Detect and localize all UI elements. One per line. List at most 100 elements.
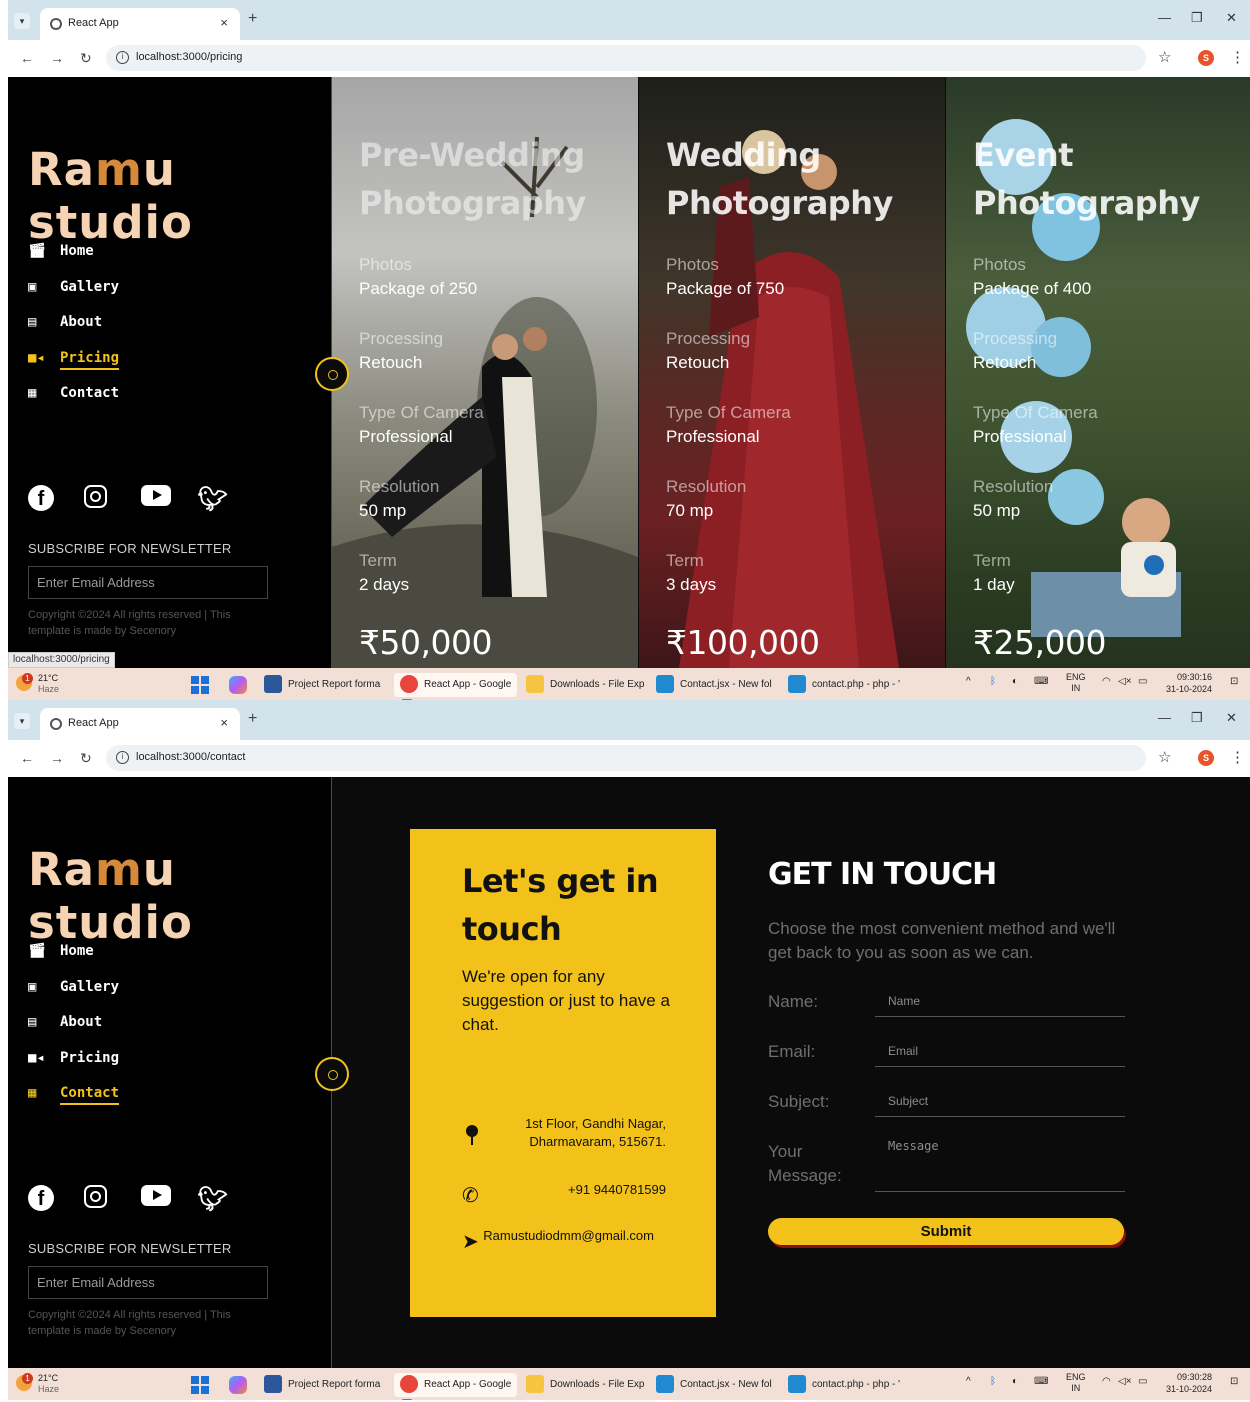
language-indicator[interactable]: ENG IN [1066,1372,1086,1394]
forward-icon[interactable]: → [50,50,64,66]
back-icon[interactable]: ← [20,750,34,766]
nav-item-home[interactable]: 🎬︎ Home [28,243,119,279]
site-info-icon[interactable]: i [116,751,129,764]
restore-icon[interactable]: ❐ [1191,10,1203,26]
volume-muted-icon[interactable]: ◁× [1118,676,1132,687]
notifications-icon[interactable]: ⊡ [1230,1376,1238,1387]
studio-logo[interactable]: Ramu studio [28,143,332,249]
close-tab-icon[interactable]: × [220,715,228,730]
tab-search-icon[interactable]: ▾ [14,13,30,29]
system-clock[interactable]: 09:30:28 31-10-2024 [1166,1371,1212,1395]
site-info-icon[interactable]: i [116,51,129,64]
profile-avatar[interactable]: S [1198,50,1214,66]
new-tab-icon[interactable]: + [248,10,257,28]
windows-start-icon[interactable] [191,676,209,694]
tray-chevron-icon[interactable]: ^ [966,1376,971,1387]
email-input[interactable]: Email [875,1037,1125,1067]
wifi-icon[interactable]: ◠ [1102,676,1111,687]
phone-text[interactable]: +91 9440781599 [568,1181,666,1199]
tab-search-icon[interactable]: ▾ [14,713,30,729]
taskbar-app-explorer[interactable]: Downloads - File Exp [526,673,644,697]
reload-icon[interactable]: ↻ [80,750,92,767]
twitter-link[interactable]: 🐦︎ [197,485,249,513]
facebook-link[interactable]: f [28,485,80,513]
pricing-card-wedding[interactable]: Wedding Photography Photos Package of 750 … [639,77,945,668]
instagram-link[interactable] [84,485,136,513]
weather-widget[interactable]: 1 21°C Haze [16,1373,76,1395]
keyboard-icon[interactable]: ⌨ [1034,676,1048,687]
nav-item-about[interactable]: ▤ About [28,1014,119,1050]
nav-item-contact[interactable]: ▦ Contact [28,1085,120,1121]
notifications-icon[interactable]: ⊡ [1230,676,1238,687]
taskbar-app-chrome[interactable]: React App - Google [394,1373,518,1400]
battery-icon[interactable]: ▭ [1138,676,1147,687]
sidebar-toggle-button[interactable] [315,357,349,391]
menu-kebab-icon[interactable]: ⋮ [1230,48,1245,66]
studio-logo[interactable]: Ramu studio [28,843,332,949]
close-tab-icon[interactable]: × [220,15,228,30]
bookmark-star-icon[interactable]: ☆ [1158,48,1171,66]
browser-tab[interactable]: React App × [40,8,240,40]
url-field[interactable]: i localhost:3000/contact [106,745,1146,771]
message-textarea[interactable]: Message [875,1136,1125,1192]
windows-start-icon[interactable] [191,1376,209,1394]
volume-muted-icon[interactable]: ◁× [1118,1376,1132,1387]
forward-icon[interactable]: → [50,750,64,766]
tray-chevron-icon[interactable]: ^ [966,676,971,687]
taskbar-app-vscode-1[interactable]: Contact.jsx - New fol [656,673,772,697]
taskbar-app-word[interactable]: Project Report forma [264,673,380,697]
taskbar-app-chrome[interactable]: React App - Google [394,673,518,700]
nav-item-gallery[interactable]: ▣ Gallery [28,979,119,1015]
new-tab-icon[interactable]: + [248,710,257,728]
name-input[interactable]: Name [875,987,1125,1017]
battery-icon[interactable]: ▭ [1138,1376,1147,1387]
taskbar-app-vscode-2[interactable]: contact.php - php - ' [788,673,900,697]
facebook-link[interactable]: f [28,1185,80,1213]
nav-item-contact[interactable]: ▦ Contact [28,385,119,421]
taskbar-app-vscode-1[interactable]: Contact.jsx - New fol [656,1373,772,1397]
subject-input[interactable]: Subject [875,1087,1125,1117]
profile-avatar[interactable]: S [1198,750,1214,766]
bluetooth-icon[interactable]: ᛒ [990,1376,996,1387]
nav-item-gallery[interactable]: ▣ Gallery [28,279,119,315]
nav-item-pricing[interactable]: ■◂ Pricing [28,349,120,386]
pricing-card-pre-wedding[interactable]: Pre-Wedding Photography Photos Package of … [332,77,638,668]
chrome-tray-icon[interactable]: ◐ [1012,1376,1018,1387]
youtube-link[interactable] [140,485,193,513]
close-window-icon[interactable]: ✕ [1226,10,1237,26]
minimize-icon[interactable]: — [1158,710,1171,725]
submit-button[interactable]: Submit [768,1218,1124,1245]
taskbar-app-vscode-2[interactable]: contact.php - php - ' [788,1373,900,1397]
restore-icon[interactable]: ❐ [1191,710,1203,726]
pricing-card-event[interactable]: Event Photography Photos Package of 400 Pr… [946,77,1250,668]
system-clock[interactable]: 09:30:16 31-10-2024 [1166,671,1212,695]
youtube-link[interactable] [140,1185,193,1213]
bookmark-star-icon[interactable]: ☆ [1158,748,1171,766]
url-field[interactable]: i localhost:3000/pricing [106,45,1146,71]
language-indicator[interactable]: ENG IN [1066,672,1086,694]
taskbar-app-explorer[interactable]: Downloads - File Exp [526,1373,644,1397]
newsletter-email-input[interactable]: Enter Email Address [28,1266,268,1299]
bluetooth-icon[interactable]: ᛒ [990,676,996,687]
newsletter-email-input[interactable]: Enter Email Address [28,566,268,599]
back-icon[interactable]: ← [20,50,34,66]
nav-item-pricing[interactable]: ■◂ Pricing [28,1050,119,1086]
nav-item-about[interactable]: ▤ About [28,314,119,350]
close-window-icon[interactable]: ✕ [1226,710,1237,726]
browser-tab[interactable]: React App × [40,708,240,740]
copilot-icon[interactable] [229,676,247,694]
chrome-tray-icon[interactable]: ◐ [1012,676,1018,687]
wifi-icon[interactable]: ◠ [1102,1376,1111,1387]
weather-widget[interactable]: 1 21°C Haze [16,673,76,695]
twitter-link[interactable]: 🐦︎ [197,1185,249,1213]
nav-item-home[interactable]: 🎬︎ Home [28,943,119,979]
taskbar-app-word[interactable]: Project Report forma [264,1373,380,1397]
reload-icon[interactable]: ↻ [80,50,92,67]
menu-kebab-icon[interactable]: ⋮ [1230,748,1245,766]
keyboard-icon[interactable]: ⌨ [1034,1376,1048,1387]
copilot-icon[interactable] [229,1376,247,1394]
instagram-link[interactable] [84,1185,136,1213]
email-text[interactable]: Ramustudiodmm@gmail.com [483,1227,654,1245]
sidebar-toggle-button[interactable] [315,1057,349,1091]
minimize-icon[interactable]: — [1158,10,1171,25]
